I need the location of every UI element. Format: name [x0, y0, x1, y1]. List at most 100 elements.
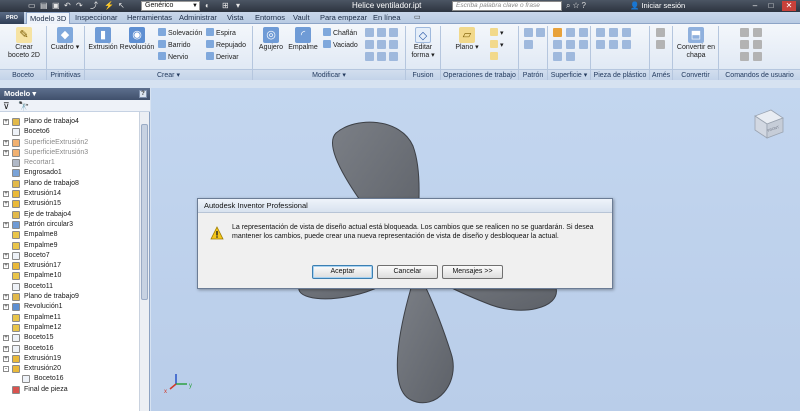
minimize-button[interactable]: – — [748, 1, 762, 11]
harness-icon[interactable] — [656, 28, 665, 37]
panel-comandos-de-usuario[interactable]: Comandos de usuario — [719, 69, 800, 80]
combine-icon[interactable] — [377, 28, 386, 37]
shell-button[interactable]: Vaciado — [323, 40, 358, 50]
ruled-surface-icon[interactable] — [579, 40, 588, 49]
tree-expander[interactable]: + — [3, 201, 9, 208]
user-command-6-icon[interactable] — [753, 52, 762, 61]
emboss-button[interactable]: Repujado — [206, 40, 246, 50]
rest-icon[interactable] — [622, 40, 631, 49]
open-file-icon[interactable]: ▤ — [40, 1, 48, 11]
application-menu-button[interactable]: PRO — [0, 12, 24, 24]
measure-icon[interactable]: ⊞ — [222, 1, 229, 11]
lip-icon[interactable] — [622, 28, 631, 37]
loft-button[interactable]: Solevación — [158, 28, 202, 38]
tree-expander[interactable]: + — [3, 345, 9, 352]
cancel-button[interactable]: Cancelar — [377, 265, 438, 279]
user-command-4-icon[interactable] — [753, 40, 762, 49]
ribbon-collapse-icon[interactable]: ▭ — [414, 13, 421, 21]
update-icon[interactable]: ⚡ — [104, 1, 114, 11]
tab-herramientas[interactable]: Herramientas — [124, 12, 175, 24]
tree-expander[interactable]: + — [3, 119, 9, 125]
redo-icon[interactable]: ↷ — [76, 1, 83, 11]
tree-item[interactable]: + Revolución1 — [0, 302, 139, 312]
maximize-button[interactable]: □ — [764, 1, 778, 11]
tree-item[interactable]: Empalme9 — [0, 241, 139, 251]
panel-boceto[interactable]: Boceto — [0, 69, 46, 80]
messages-button[interactable]: Mensajes >> — [442, 265, 503, 279]
create-sketch-button[interactable]: ✎ Crear boceto 2D — [4, 27, 44, 60]
tree-item[interactable]: Empalme8 — [0, 230, 139, 240]
tree-item[interactable]: + Boceto7 — [0, 251, 139, 261]
find-icon[interactable]: 🔭 — [18, 101, 29, 111]
tab-vault[interactable]: Vault — [290, 12, 313, 24]
sculpt-icon[interactable] — [566, 28, 575, 37]
derive-button[interactable]: Derivar — [206, 52, 239, 62]
direct-edit-icon[interactable] — [389, 28, 398, 37]
tree-item[interactable]: - Extrusión20 — [0, 364, 139, 374]
tree-item[interactable]: Recortar1 — [0, 158, 139, 168]
work-point-button[interactable]: ▾ — [490, 40, 504, 50]
tree-expander[interactable]: + — [3, 252, 9, 259]
material-style-combo[interactable]: Genérico ▼ — [141, 1, 200, 11]
panel-convertir[interactable]: Convertir — [673, 69, 718, 80]
stitch-icon[interactable] — [553, 28, 562, 37]
close-button[interactable]: ✕ — [782, 1, 796, 11]
ucs-button[interactable] — [490, 52, 500, 62]
patch-icon[interactable] — [579, 28, 588, 37]
boss-icon[interactable] — [609, 28, 618, 37]
thread-icon[interactable] — [365, 40, 374, 49]
select-icon[interactable]: ↖ — [118, 1, 125, 11]
tree-expander[interactable]: - — [3, 366, 9, 373]
plane-button[interactable]: ▱ Plano ▾ — [450, 27, 484, 52]
coil-button[interactable]: Espira — [206, 28, 236, 38]
tree-item[interactable]: + Plano de trabajo9 — [0, 292, 139, 302]
user-command-1-icon[interactable] — [740, 28, 749, 37]
tree-item[interactable]: + Extrusión14 — [0, 189, 139, 199]
browser-header[interactable]: Modelo ▾ ? — [0, 88, 150, 100]
tree-expander[interactable]: + — [3, 221, 9, 228]
revolve-button[interactable]: ◉ Revolución — [119, 27, 155, 52]
tree-item[interactable]: Engrosado1 — [0, 168, 139, 178]
tab-en-linea[interactable]: En línea — [370, 12, 404, 24]
browser-scrollbar[interactable] — [139, 112, 149, 411]
search-input[interactable]: Escriba palabra clave o frase — [452, 1, 562, 11]
sweep-button[interactable]: Barrido — [158, 40, 191, 50]
color-style-icon[interactable]: ◐ — [205, 1, 210, 11]
panel-arnes[interactable]: Arnés — [650, 69, 672, 80]
user-command-2-icon[interactable] — [753, 28, 762, 37]
tree-expander[interactable]: + — [3, 294, 9, 301]
tree-expander[interactable]: + — [3, 139, 9, 146]
edit-form-button[interactable]: ◇ Editar forma ▾ — [408, 27, 438, 60]
tree-item[interactable]: + SuperficieExtrusión2 — [0, 138, 139, 148]
tree-item[interactable]: + Boceto15 — [0, 333, 139, 343]
panel-modificar[interactable]: Modificar ▾ — [253, 69, 405, 80]
rib-button[interactable]: Nervio — [158, 52, 188, 62]
connector-icon[interactable] — [656, 40, 665, 49]
panel-fusion[interactable]: Fusion — [406, 69, 440, 80]
box-primitive-button[interactable]: ◆ Cuadro ▾ — [48, 27, 82, 52]
signin-link[interactable]: 👤 Iniciar sesión — [630, 0, 685, 12]
split-icon[interactable] — [365, 28, 374, 37]
extrusion-button[interactable]: ▮ Extrusión — [86, 27, 120, 52]
replace-face-icon[interactable] — [377, 52, 386, 61]
tree-item[interactable]: Empalme11 — [0, 313, 139, 323]
tree-item[interactable]: + Extrusión17 — [0, 261, 139, 271]
tab-administrar[interactable]: Administrar — [176, 12, 220, 24]
snap-fit-icon[interactable] — [596, 40, 605, 49]
user-command-5-icon[interactable] — [740, 52, 749, 61]
binoculars-icon[interactable]: ⌕ ☆ ? — [566, 0, 586, 12]
tab-inspeccionar[interactable]: Inspeccionar — [72, 12, 121, 24]
new-file-icon[interactable]: ▭ — [28, 1, 36, 11]
panel-patron[interactable]: Patrón — [519, 69, 547, 80]
circular-pattern-icon[interactable] — [536, 28, 545, 37]
rectangular-pattern-icon[interactable] — [524, 28, 533, 37]
rule-fillet-icon[interactable] — [609, 40, 618, 49]
tree-item[interactable]: + Extrusión15 — [0, 199, 139, 209]
panel-primitivas[interactable]: Primitivas — [47, 69, 84, 80]
delete-face-icon[interactable] — [389, 52, 398, 61]
viewcube[interactable]: FRONT — [754, 109, 784, 139]
tree-item[interactable]: + Plano de trabajo4 — [0, 117, 139, 127]
qa-more-icon[interactable]: ▾ — [236, 1, 240, 11]
hole-button[interactable]: ◎ Agujero — [256, 27, 286, 52]
user-command-3-icon[interactable] — [740, 40, 749, 49]
